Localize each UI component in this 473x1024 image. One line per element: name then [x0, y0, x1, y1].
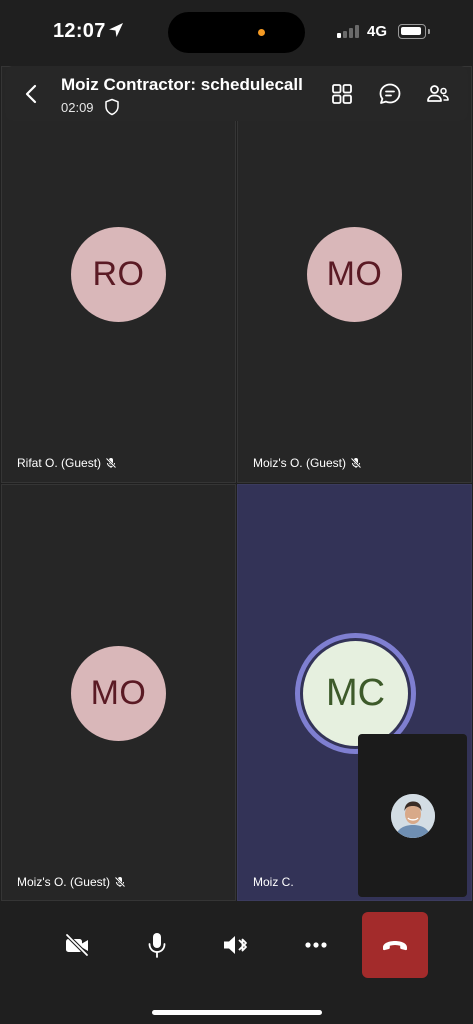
participant-name-label: Rifat O. (Guest)	[17, 456, 117, 470]
audio-output-button[interactable]	[203, 912, 269, 978]
cellular-signal-icon	[337, 25, 359, 38]
participant-tile[interactable]: MO Moiz's O. (Guest)	[237, 66, 472, 483]
meeting-duration: 02:09	[61, 100, 94, 115]
self-view-preview[interactable]	[358, 734, 467, 897]
mic-muted-icon	[105, 457, 117, 469]
hang-up-icon	[383, 941, 407, 951]
home-indicator[interactable]	[152, 1010, 322, 1015]
dynamic-island	[168, 12, 305, 53]
network-type: 4G	[367, 23, 388, 40]
participant-avatar: MO	[307, 227, 402, 322]
participant-avatar: RO	[71, 227, 166, 322]
call-controls-bar	[0, 904, 473, 1024]
mic-muted-icon	[350, 457, 362, 469]
mic-muted-icon	[114, 876, 126, 888]
hang-up-button[interactable]	[362, 912, 428, 978]
participant-name: Moiz C.	[253, 875, 294, 889]
chat-icon[interactable]	[378, 82, 402, 106]
gallery-layout-icon[interactable]	[330, 82, 354, 106]
participant-name: Moiz's O. (Guest)	[253, 456, 346, 470]
shield-icon	[105, 98, 119, 116]
more-icon	[305, 942, 327, 948]
participant-name-label: Moiz's O. (Guest)	[17, 875, 126, 889]
self-avatar-photo	[391, 794, 435, 838]
participant-tile[interactable]: MO Moiz's O. (Guest)	[1, 484, 236, 901]
participants-icon[interactable]	[426, 82, 450, 106]
camera-off-icon	[65, 933, 89, 957]
privacy-indicator-icon	[258, 29, 265, 36]
participant-name: Rifat O. (Guest)	[17, 456, 102, 470]
meeting-title: Moiz Contractor: schedulecall	[61, 75, 303, 94]
status-time: 12:07	[53, 20, 106, 42]
back-chevron-icon[interactable]	[21, 83, 43, 105]
participant-tile[interactable]: RO Rifat O. (Guest)	[1, 66, 236, 483]
participant-name: Moiz's O. (Guest)	[17, 875, 110, 889]
speaker-bluetooth-icon	[224, 936, 247, 954]
participant-name-label: Moiz C.	[253, 875, 294, 889]
battery-icon	[398, 24, 426, 39]
microphone-button[interactable]	[124, 912, 190, 978]
microphone-icon	[148, 933, 166, 958]
participant-avatar: MC	[303, 641, 408, 746]
more-options-button[interactable]	[283, 912, 349, 978]
status-bar: 12:07 4G	[0, 0, 473, 64]
location-arrow-icon	[109, 23, 123, 37]
participant-name-label: Moiz's O. (Guest)	[253, 456, 362, 470]
meeting-header: Moiz Contractor: schedulecall 02:09	[5, 66, 468, 121]
camera-toggle-button[interactable]	[44, 912, 110, 978]
participant-avatar: MO	[71, 646, 166, 741]
battery-cap	[428, 29, 430, 34]
